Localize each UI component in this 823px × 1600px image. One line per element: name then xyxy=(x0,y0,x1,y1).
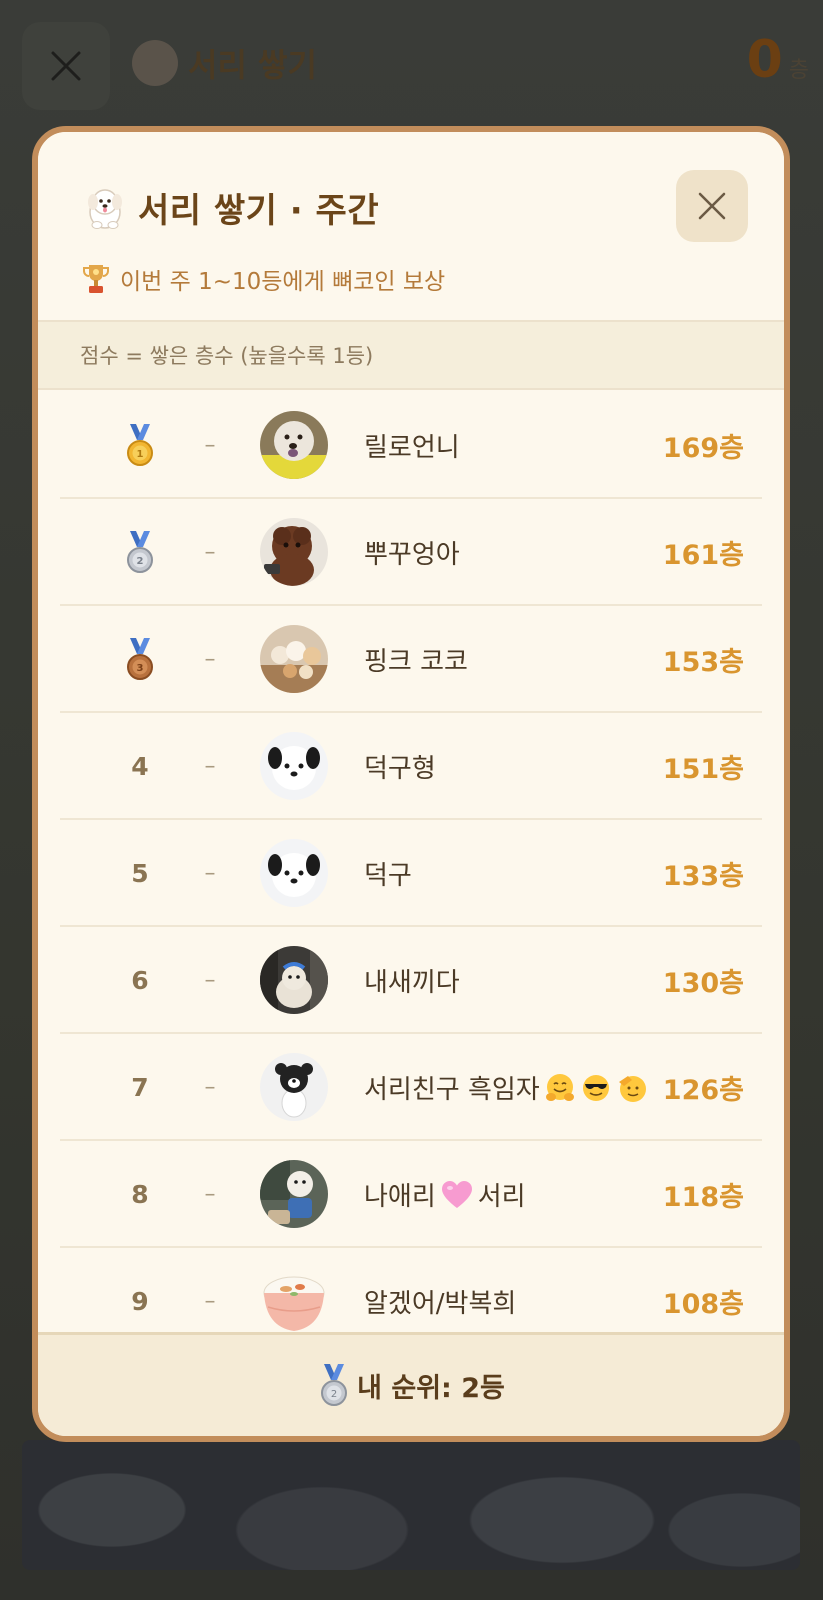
my-rank-footer: 2 내 순위: 2등 xyxy=(38,1332,784,1436)
rank-change: – xyxy=(204,1075,216,1100)
leaderboard-list[interactable]: 1 – 릴로언니 169층 2 – 뿌꾸엉아 161층 3 – 핑크 코코 15… xyxy=(38,392,784,1340)
svg-text:2: 2 xyxy=(137,556,144,567)
player-score: 133층 xyxy=(662,861,744,892)
rank-change: – xyxy=(204,968,216,993)
rank-cell: 2 xyxy=(110,499,170,606)
avatar xyxy=(260,732,328,800)
player-name: 알겠어/박복희 xyxy=(364,1289,517,1319)
leaderboard-modal: 서리 쌓기 · 주간 이번 주 1~10등에게 뼈코인 보상 점수 = 쌓은 층… xyxy=(32,126,790,1442)
avatar xyxy=(260,625,328,693)
game-topbar: 서리 쌓기 0 층 xyxy=(0,0,823,132)
player-name: 나애리 서리 xyxy=(364,1141,526,1248)
rank-number: 4 xyxy=(131,752,149,781)
my-rank-text: 내 순위: 2등 xyxy=(357,1373,505,1404)
leaderboard-row[interactable]: 1 – 릴로언니 169층 xyxy=(60,392,762,499)
modal-title-text: 서리 쌓기 · 주간 xyxy=(138,190,380,231)
gold-medal-icon: 1 xyxy=(127,423,153,466)
rank-change: – xyxy=(204,861,216,886)
avatar xyxy=(260,1053,328,1121)
avatar xyxy=(260,1160,328,1228)
player-score: 161층 xyxy=(662,540,744,571)
rank-number: 6 xyxy=(131,966,149,995)
rank-number: 7 xyxy=(131,1073,149,1102)
bronze-medal-icon: 3 xyxy=(127,637,153,680)
leaderboard-row[interactable]: 5 – 덕구 133층 xyxy=(60,820,762,927)
leaderboard-row[interactable]: 6 – 내새끼다 130층 xyxy=(60,927,762,1034)
floor-count: 0 xyxy=(746,30,783,90)
game-floor-counter: 0 층 xyxy=(747,30,809,90)
close-icon xyxy=(698,192,726,220)
floor-unit: 층 xyxy=(788,58,809,83)
dog-icon xyxy=(80,182,130,232)
player-name: 핑크 코코 xyxy=(364,647,468,677)
player-score: 151층 xyxy=(662,754,744,785)
player-name-text: 서리친구 흑임자 xyxy=(364,1075,540,1105)
score-rule-text: 점수 = 쌓은 층수 (높을수록 1등) xyxy=(80,344,374,368)
player-score: 118층 xyxy=(662,1182,744,1213)
silver-medal-icon: 2 xyxy=(127,530,153,573)
pink-heart-icon xyxy=(441,1180,472,1208)
avatar xyxy=(260,839,328,907)
rank-change: – xyxy=(204,754,216,779)
cloud-scenery xyxy=(22,1440,800,1570)
leaderboard-row[interactable]: 2 – 뿌꾸엉아 161층 xyxy=(60,499,762,606)
leaderboard-row[interactable]: 7 – 서리친구 흑임자 126층 xyxy=(60,1034,762,1141)
rank-change: – xyxy=(204,540,216,565)
rank-cell: 1 xyxy=(110,392,170,499)
player-score: 126층 xyxy=(662,1075,744,1106)
svg-text:3: 3 xyxy=(137,663,144,674)
dog-icon xyxy=(132,40,178,86)
avatar xyxy=(260,518,328,586)
close-icon xyxy=(51,51,81,81)
svg-text:2: 2 xyxy=(331,1389,337,1400)
leaderboard-row[interactable]: 3 – 핑크 코코 153층 xyxy=(60,606,762,713)
reward-notice: 이번 주 1~10등에게 뼈코인 보상 xyxy=(80,260,445,298)
player-name-part: 나애리 xyxy=(364,1182,436,1212)
leaderboard-row[interactable]: 4 – 덕구형 151층 xyxy=(60,713,762,820)
player-score: 153층 xyxy=(662,647,744,678)
rank-change: – xyxy=(204,1289,216,1314)
saluting-face-icon xyxy=(618,1075,646,1102)
player-name-part: 서리 xyxy=(477,1182,526,1212)
player-score: 130층 xyxy=(662,968,744,999)
game-close-button[interactable] xyxy=(22,22,110,110)
player-name: 덕구형 xyxy=(364,754,436,784)
rank-number: 8 xyxy=(131,1180,149,1209)
rank-change: – xyxy=(204,647,216,672)
player-score: 108층 xyxy=(662,1289,744,1320)
rank-change: – xyxy=(204,1182,216,1207)
player-name: 릴로언니 xyxy=(364,433,460,463)
reward-text: 이번 주 1~10등에게 뼈코인 보상 xyxy=(120,269,446,295)
game-title: 서리 쌓기 xyxy=(132,38,317,88)
player-name: 뿌꾸엉아 xyxy=(364,540,460,570)
rank-number: 5 xyxy=(131,859,149,888)
hugging-face-icon xyxy=(545,1073,574,1101)
silver-medal-icon: 2 xyxy=(321,1363,348,1406)
sunglasses-face-icon xyxy=(582,1074,609,1101)
player-name: 내새끼다 xyxy=(364,968,460,998)
avatar xyxy=(260,946,328,1014)
score-rule-banner: 점수 = 쌓은 층수 (높을수록 1등) xyxy=(38,322,784,390)
player-name: 덕구 xyxy=(364,861,412,891)
avatar xyxy=(260,411,328,479)
player-name: 서리친구 흑임자 xyxy=(364,1034,648,1141)
avatar xyxy=(260,1267,328,1335)
leaderboard-row[interactable]: 8 – 나애리 서리 118층 xyxy=(60,1141,762,1248)
rank-cell: 3 xyxy=(110,606,170,713)
rank-change: – xyxy=(204,433,216,458)
modal-title: 서리 쌓기 · 주간 xyxy=(80,180,379,234)
trophy-icon xyxy=(80,262,112,296)
game-title-text: 서리 쌓기 xyxy=(188,46,317,84)
svg-text:1: 1 xyxy=(137,449,144,460)
rank-number: 9 xyxy=(131,1287,149,1316)
modal-close-button[interactable] xyxy=(676,170,748,242)
modal-header: 서리 쌓기 · 주간 이번 주 1~10등에게 뼈코인 보상 xyxy=(38,132,784,322)
leaderboard-row[interactable]: 9 – 알겠어/박복희 108층 xyxy=(60,1248,762,1340)
player-score: 169층 xyxy=(662,433,744,464)
